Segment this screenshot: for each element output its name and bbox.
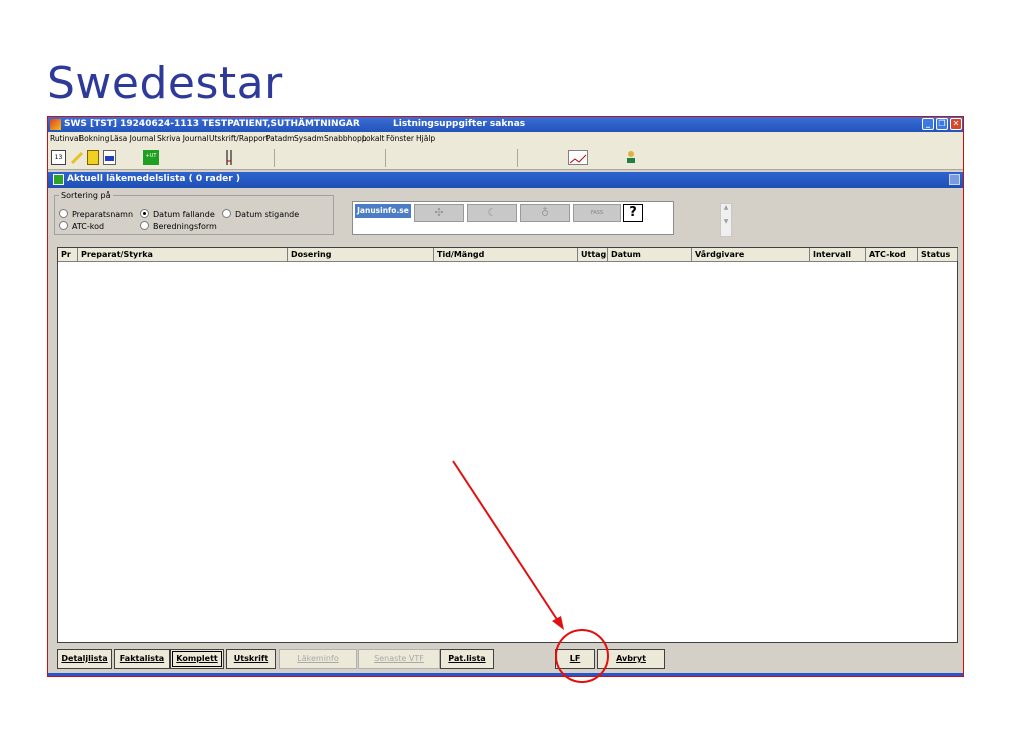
annotation-overlay (452, 460, 609, 683)
arrow-head-icon (552, 616, 564, 630)
annotation-circle (555, 629, 609, 683)
annotation-arrow-line (452, 460, 559, 622)
